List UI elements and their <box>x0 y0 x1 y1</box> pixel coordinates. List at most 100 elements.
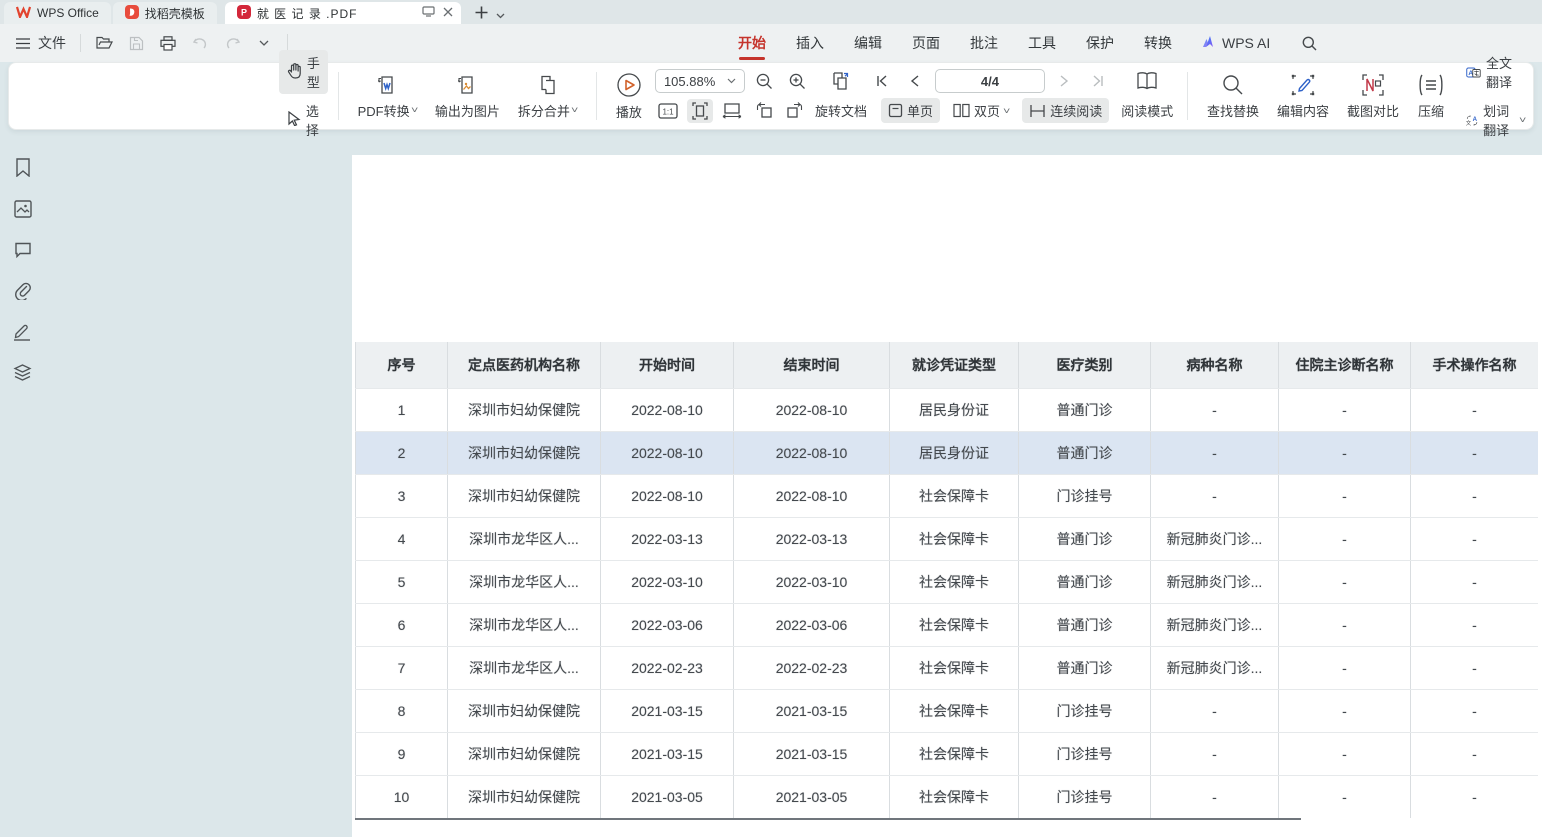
redo-icon[interactable] <box>223 34 241 52</box>
continuous-read-label: 连续阅读 <box>1050 101 1102 120</box>
pdf-file-icon: P <box>237 5 251 22</box>
menu-item-convert[interactable]: 转换 <box>1144 24 1172 62</box>
table-cell: 新冠肺炎门诊... <box>1150 561 1278 603</box>
print-icon[interactable] <box>159 34 177 52</box>
screenshot-compare-button[interactable]: 截图对比 <box>1338 73 1408 120</box>
table-cell: 2022-08-10 <box>600 432 733 474</box>
table-row: 9深圳市妇幼保健院2021-03-152021-03-15社会保障卡门诊挂号--… <box>355 732 1538 775</box>
last-page-icon[interactable] <box>1085 69 1111 93</box>
history-chevron-icon[interactable] <box>255 34 273 52</box>
table-cell: - <box>1150 733 1278 775</box>
compress-button[interactable]: 压缩 <box>1408 73 1454 120</box>
menu-item-protect[interactable]: 保护 <box>1086 24 1114 62</box>
table-cell: 深圳市龙华区人... <box>447 561 600 603</box>
table-cell: 普通门诊 <box>1018 518 1150 560</box>
save-icon[interactable] <box>127 34 145 52</box>
hamburger-icon <box>14 34 32 52</box>
open-folder-icon[interactable] <box>95 34 113 52</box>
tab-label: 找稻壳模板 <box>145 5 205 22</box>
play-button[interactable]: 播放 <box>607 72 651 121</box>
find-replace-label: 查找替换 <box>1207 101 1259 120</box>
table-cell: 4 <box>355 518 447 560</box>
menu-item-insert[interactable]: 插入 <box>796 24 824 62</box>
table-cell: - <box>1278 518 1410 560</box>
actual-size-icon[interactable]: 1:1 <box>655 99 681 123</box>
export-image-button[interactable]: 输出为图片 <box>426 73 509 120</box>
bookmark-icon[interactable] <box>12 157 33 178</box>
swap-pages-icon[interactable] <box>828 69 854 93</box>
rotate-left-icon[interactable] <box>751 99 777 123</box>
table-cell: 深圳市妇幼保健院 <box>447 432 600 474</box>
attachment-icon[interactable] <box>12 280 33 301</box>
rotate-doc-label[interactable]: 旋转文档 <box>815 101 867 120</box>
menu-item-comment[interactable]: 批注 <box>970 24 998 62</box>
full-translate-button[interactable]: A 全文翻译 <box>1458 50 1533 94</box>
table-cell: 2022-08-10 <box>733 389 889 431</box>
table-header-cell: 结束时间 <box>733 342 889 388</box>
read-mode-label[interactable]: 阅读模式 <box>1121 101 1173 120</box>
menu-item-page[interactable]: 页面 <box>912 24 940 62</box>
zoom-level-select[interactable]: 105.88% <box>655 69 745 93</box>
tab-docer-templates[interactable]: 找稻壳模板 <box>113 2 217 24</box>
close-tab-icon[interactable] <box>443 6 453 20</box>
table-cell: 2 <box>355 432 447 474</box>
menu-item-edit[interactable]: 编辑 <box>854 24 882 62</box>
table-cell: 社会保障卡 <box>889 561 1018 603</box>
comment-icon[interactable] <box>12 239 33 260</box>
select-tool-label: 选择 <box>306 101 320 139</box>
read-mode-icon[interactable] <box>1134 69 1160 93</box>
tab-active-document[interactable]: P 就 医 记 录 .PDF <box>225 2 461 24</box>
select-tool-button[interactable]: 选择 <box>279 98 328 142</box>
wps-ai-label: WPS AI <box>1222 35 1270 51</box>
file-menu-button[interactable]: 文件 <box>14 33 66 53</box>
first-page-icon[interactable] <box>869 69 895 93</box>
table-cell: 深圳市龙华区人... <box>447 604 600 646</box>
fit-width-icon[interactable] <box>719 99 745 123</box>
table-cell: - <box>1410 432 1538 474</box>
table-row: 8深圳市妇幼保健院2021-03-152021-03-15社会保障卡门诊挂号--… <box>355 689 1538 732</box>
table-cell: 社会保障卡 <box>889 647 1018 689</box>
signature-pen-icon[interactable] <box>12 321 33 342</box>
table-cell: 社会保障卡 <box>889 518 1018 560</box>
double-page-button[interactable]: 双页 ˅ <box>946 98 1016 123</box>
table-cell: 社会保障卡 <box>889 690 1018 732</box>
find-replace-button[interactable]: 查找替换 <box>1198 73 1268 120</box>
layers-icon[interactable] <box>12 362 33 383</box>
next-page-icon[interactable] <box>1052 69 1078 93</box>
divider <box>1187 72 1188 120</box>
split-merge-button[interactable]: 拆分合并˅ <box>509 73 586 120</box>
rotate-right-icon[interactable] <box>783 99 809 123</box>
fit-page-icon[interactable] <box>687 99 713 123</box>
menu-item-home[interactable]: 开始 <box>738 24 766 62</box>
table-cell: - <box>1150 475 1278 517</box>
pdf-convert-icon <box>375 73 399 97</box>
edit-content-button[interactable]: 编辑内容 <box>1268 73 1338 120</box>
tab-list-chevron-icon[interactable] <box>496 6 505 24</box>
prev-page-icon[interactable] <box>902 69 928 93</box>
table-cell: 2021-03-15 <box>733 733 889 775</box>
monitor-icon[interactable] <box>422 6 435 20</box>
toolbar-empty-area <box>9 63 279 129</box>
table-cell: 深圳市妇幼保健院 <box>447 733 600 775</box>
table-cell: 深圳市龙华区人... <box>447 518 600 560</box>
search-icon[interactable] <box>1300 34 1318 52</box>
menu-item-wps-ai[interactable]: WPS AI <box>1202 35 1270 51</box>
zoom-in-icon[interactable] <box>785 69 811 93</box>
menu-item-tools[interactable]: 工具 <box>1028 24 1056 62</box>
svg-text:A: A <box>1473 116 1478 122</box>
table-cell: - <box>1278 733 1410 775</box>
zoom-out-icon[interactable] <box>752 69 778 93</box>
tab-wps-office[interactable]: WPS Office <box>4 2 111 24</box>
table-header-cell: 序号 <box>355 342 447 388</box>
word-translate-button[interactable]: 文A 划词翻译 ˅ <box>1458 98 1533 142</box>
double-page-label: 双页 <box>974 101 1000 120</box>
single-page-button[interactable]: 单页 <box>881 98 940 123</box>
continuous-read-button[interactable]: 连续阅读 <box>1022 98 1109 123</box>
new-tab-icon[interactable] <box>475 6 488 24</box>
page-indicator-input[interactable]: 4/4 <box>935 69 1045 93</box>
thumbnail-icon[interactable] <box>12 198 33 219</box>
hand-tool-button[interactable]: 手型 <box>279 50 328 94</box>
undo-icon[interactable] <box>191 34 209 52</box>
pdf-convert-button[interactable]: PDF转换˅ <box>349 73 426 120</box>
pdf-page[interactable]: 序号定点医药机构名称开始时间结束时间就诊凭证类型医疗类别病种名称住院主诊断名称手… <box>352 155 1542 837</box>
